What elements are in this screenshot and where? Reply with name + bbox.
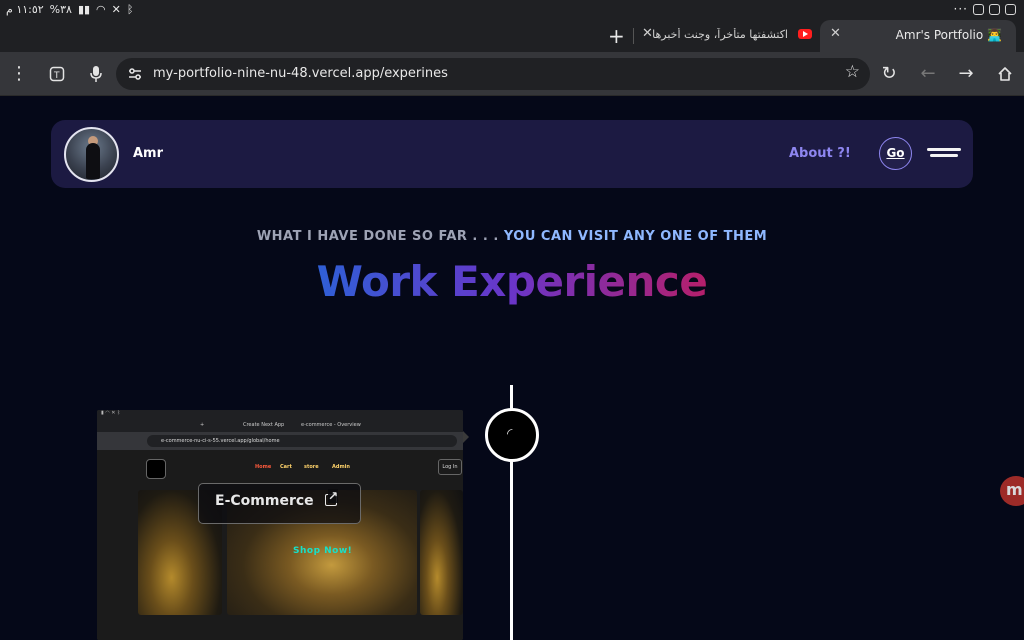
screenshot-status-bar: ▮ ◠ ✕ ᛒ	[97, 410, 463, 420]
page-title: Work Experience	[0, 257, 1024, 306]
shop-now-text: Shop Now!	[293, 546, 353, 556]
screenshot-tab: Create Next App	[243, 422, 285, 428]
screenshot-logo-icon	[146, 459, 166, 479]
avatar[interactable]	[64, 127, 119, 182]
system-status-bar: ١١:٥٢ م %٣٨ ▮▮ ◠ ✕ ᛒ ···	[0, 0, 1024, 20]
reload-icon[interactable]: ↻	[877, 62, 901, 86]
project-card-ecommerce[interactable]: ▮ ◠ ✕ ᛒ + Create Next App e-commerce - O…	[97, 410, 463, 640]
screenshot-nav-store: store	[304, 464, 319, 470]
project-logo-icon: ◜	[507, 426, 513, 442]
youtube-icon	[798, 29, 812, 39]
subtitle-accent: YOU CAN VISIT ANY ONE OF THEM	[503, 229, 768, 244]
bluetooth-icon: ᛒ	[126, 3, 134, 16]
battery-level: %٣٨	[49, 3, 72, 16]
web-page: Amr About ?! Go WHAT I HAVE DONE SO FAR …	[0, 97, 1024, 640]
card-pointer	[463, 431, 469, 443]
gallery-icon	[1005, 3, 1016, 15]
floating-badge[interactable]: m	[1000, 476, 1024, 506]
screenshot-nav-cart: Cart	[280, 464, 292, 470]
address-bar[interactable]: my-portfolio-nine-nu-48.vercel.app/exper…	[116, 58, 870, 90]
tab-divider	[633, 28, 634, 44]
back-arrow-icon[interactable]: ←	[916, 62, 940, 86]
translate-icon[interactable]: T	[45, 62, 69, 86]
page-title-text: Work Experience	[316, 257, 708, 306]
section-subtitle: WHAT I HAVE DONE SO FAR . . . YOU CAN VI…	[0, 229, 1024, 244]
tab-title: Amr's Portfolio 👨‍💻	[895, 28, 1002, 42]
go-button[interactable]: Go	[879, 137, 912, 170]
app-icon	[989, 3, 1000, 15]
external-link-icon[interactable]	[325, 489, 339, 506]
new-tab-button[interactable]: +	[608, 24, 625, 48]
home-icon[interactable]	[993, 62, 1017, 86]
site-navbar: Amr About ?! Go	[51, 120, 973, 188]
screenshot-tab-strip: + Create Next App e-commerce - Overview	[97, 420, 463, 432]
tab-strip: + ✕ اكتشفتها متأخراً، وجنت أخبرها لك ✕ A…	[0, 20, 1024, 52]
svg-text:T: T	[53, 71, 60, 81]
screenshot-hero-image	[420, 490, 463, 615]
tab-title: اكتشفتها متأخراً، وجنت أخبرها لك	[648, 28, 788, 41]
app-icon	[973, 3, 984, 15]
url-text[interactable]: my-portfolio-nine-nu-48.vercel.app/exper…	[153, 66, 448, 81]
screenshot-url: e-commerce-nu-ci-s-55.vercel.app/global/…	[147, 435, 457, 447]
screenshot-toolbar: e-commerce-nu-ci-s-55.vercel.app/global/…	[97, 432, 463, 450]
bookmark-star-icon[interactable]: ☆	[845, 62, 860, 82]
clock: ١١:٥٢ م	[6, 3, 44, 16]
forward-arrow-icon[interactable]: →	[954, 62, 978, 86]
tab-portfolio[interactable]: ✕ Amr's Portfolio 👨‍💻	[820, 20, 1016, 52]
screenshot-new-tab: +	[200, 422, 205, 428]
site-settings-icon[interactable]	[128, 67, 142, 81]
status-right: ···	[954, 2, 1016, 16]
brand-name[interactable]: Amr	[133, 146, 163, 161]
close-tab-icon[interactable]: ✕	[830, 26, 841, 41]
tab-youtube[interactable]: ✕ اكتشفتها متأخراً، وجنت أخبرها لك	[640, 20, 816, 52]
menu-kebab-icon[interactable]: ⋮	[7, 62, 31, 86]
wifi-icon: ◠	[96, 3, 106, 16]
timeline-node: ◜	[485, 408, 539, 462]
mute-icon: ✕	[111, 3, 121, 16]
about-link[interactable]: About ?!	[789, 146, 851, 161]
microphone-icon[interactable]	[84, 62, 108, 86]
screenshot-login: Log In	[438, 459, 462, 475]
subtitle-muted: WHAT I HAVE DONE SO FAR . . .	[256, 229, 504, 244]
avatar-body	[86, 143, 100, 179]
screenshot-tab: e-commerce - Overview	[301, 422, 361, 428]
screenshot-nav-admin: Admin	[332, 464, 350, 470]
screenshot-page: Home Cart store Admin Log In Shop Now!	[97, 450, 463, 640]
signal-icon: ▮▮	[77, 3, 91, 16]
project-title-link[interactable]: E-Commerce	[198, 483, 361, 524]
more-notifications-icon: ···	[953, 2, 968, 16]
project-title: E-Commerce	[215, 493, 314, 509]
status-left: ١١:٥٢ م %٣٨ ▮▮ ◠ ✕ ᛒ	[6, 3, 133, 16]
screenshot-nav-home: Home	[255, 464, 272, 470]
browser-toolbar: ⋮ T my-portfolio-nine-nu-48.vercel.app/e…	[0, 52, 1024, 96]
hamburger-menu-icon[interactable]	[927, 148, 961, 160]
